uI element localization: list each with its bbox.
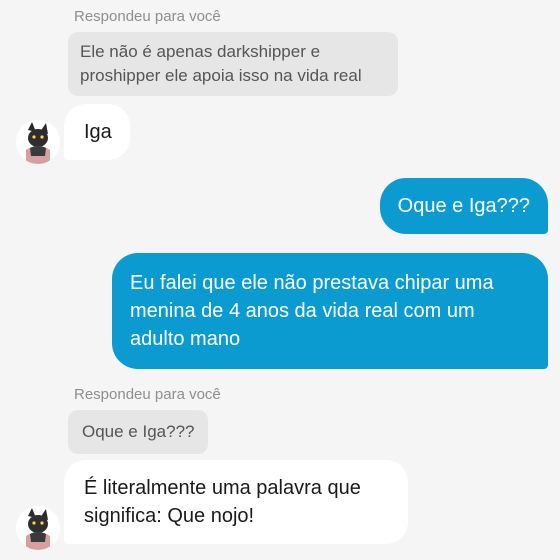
reply-label: Respondeu para você [74, 8, 221, 25]
outgoing-message[interactable]: Oque e Iga??? [379, 178, 548, 234]
outgoing-message[interactable]: Eu falei que ele não prestava chipar uma… [112, 253, 548, 369]
cat-avatar-icon[interactable] [16, 506, 60, 550]
reply-label: Respondeu para você [74, 386, 221, 403]
incoming-message[interactable]: Iga [64, 104, 130, 160]
incoming-message[interactable]: É literalmente uma palavra que significa… [64, 460, 408, 544]
cat-avatar-icon[interactable] [16, 120, 60, 164]
quoted-message[interactable]: Ele não é apenas darkshipper e proshippe… [68, 32, 398, 96]
quoted-message[interactable]: Oque e Iga??? [68, 410, 209, 454]
